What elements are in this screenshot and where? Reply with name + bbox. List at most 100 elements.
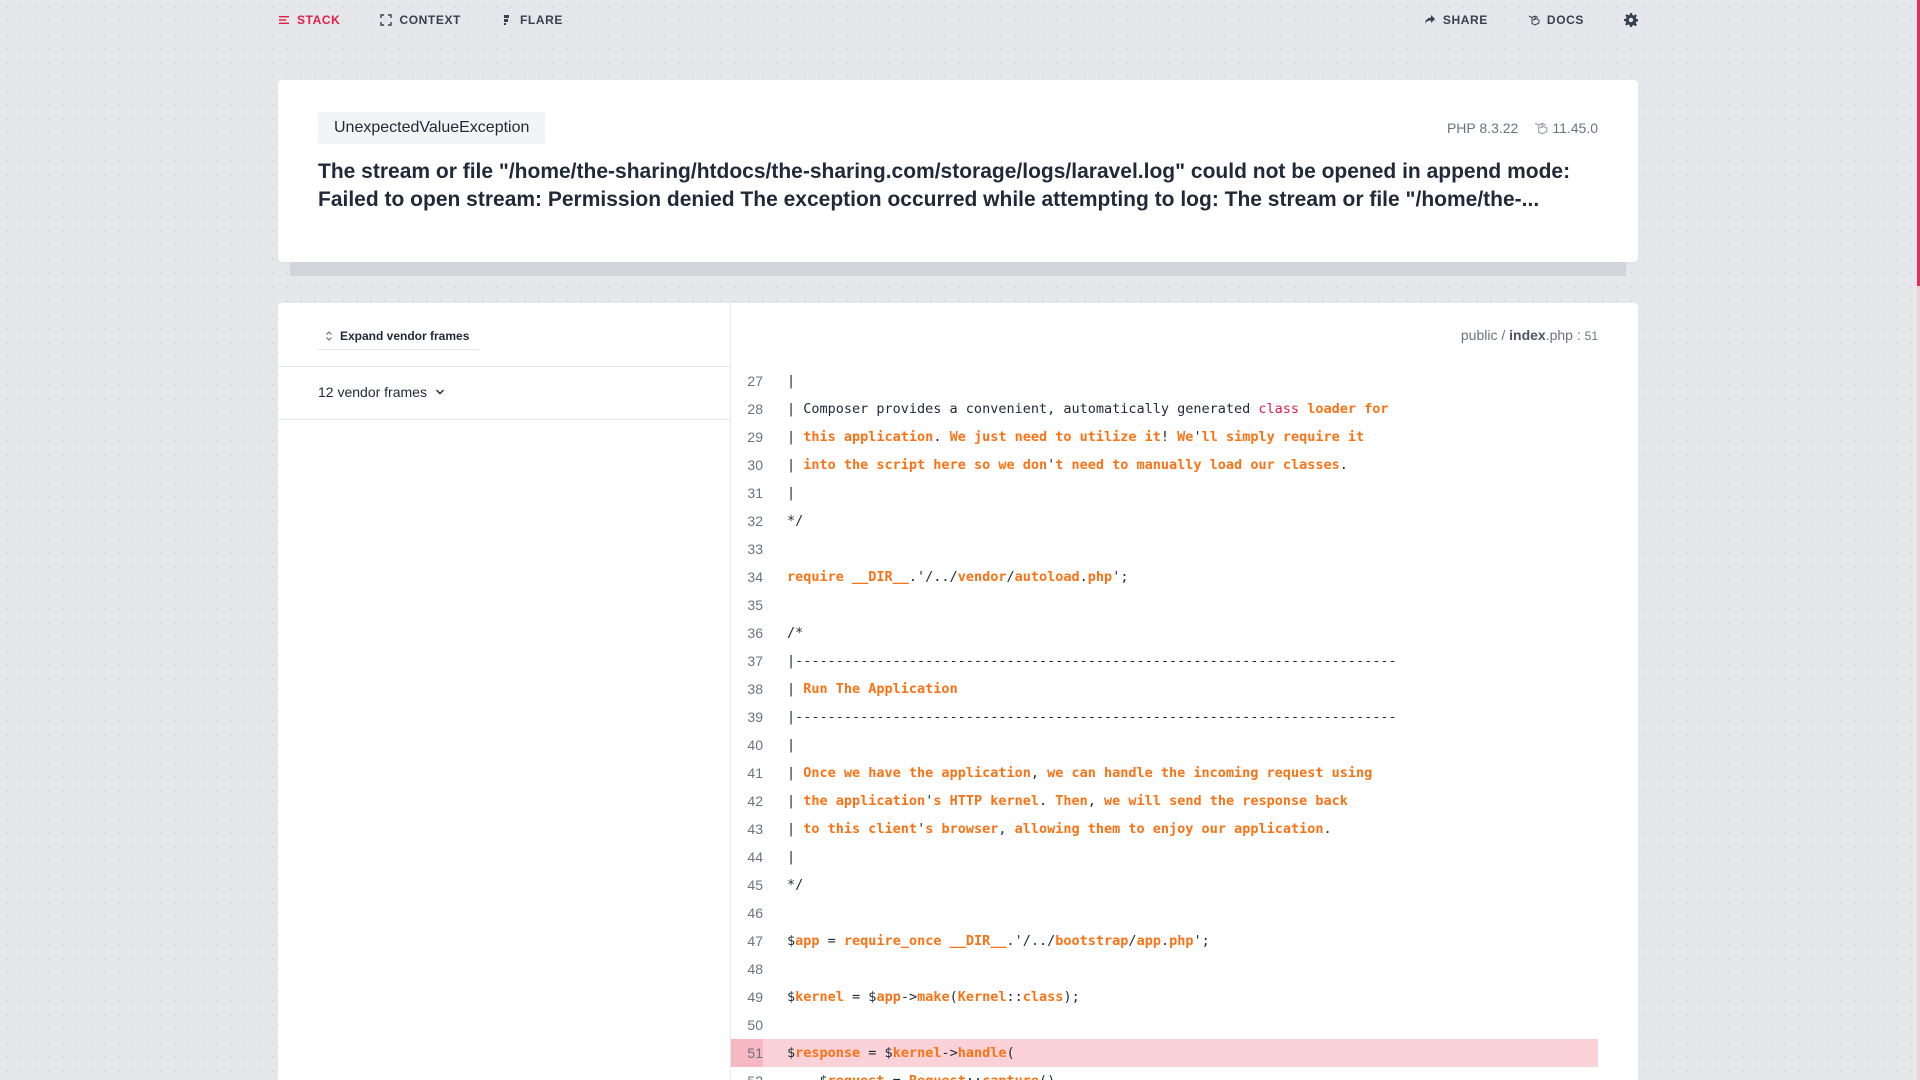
- expand-vendor-frames-button[interactable]: Expand vendor frames: [318, 323, 480, 350]
- line-code: */: [787, 877, 804, 893]
- code-line[interactable]: 31 |: [731, 479, 1598, 507]
- line-code: $app = require_once __DIR__.'/../bootstr…: [787, 933, 1210, 949]
- line-number: 52: [731, 1073, 763, 1080]
- code-line[interactable]: 34 require __DIR__.'/../vendor/autoload.p…: [731, 563, 1598, 591]
- line-code: | Run The Application: [787, 681, 958, 697]
- line-number: 47: [747, 933, 763, 949]
- line-number: 45: [747, 877, 763, 893]
- divider: [278, 419, 730, 420]
- header-card-shadow: [290, 262, 1626, 276]
- unfold-icon: [326, 331, 332, 341]
- flare-icon: [504, 15, 509, 25]
- code-line[interactable]: 45 */: [731, 871, 1598, 899]
- top-nav: STACK CONTEXT FLARE SHARE DOCS: [278, 0, 1638, 40]
- line-code: | Composer provides a convenient, automa…: [787, 401, 1389, 417]
- line-number: 38: [747, 681, 763, 697]
- nav-stack-label: STACK: [297, 13, 341, 27]
- exception-class-badge[interactable]: UnexpectedValueException: [318, 112, 546, 144]
- line-code: | to this client's browser, allowing the…: [787, 821, 1332, 837]
- file-ext: .php :: [1545, 327, 1585, 343]
- code-line[interactable]: 50: [731, 1011, 1598, 1039]
- code-line[interactable]: 30 | into the script here so we don't nee…: [731, 451, 1598, 479]
- nav-flare-label: FLARE: [520, 13, 563, 27]
- expand-icon: [380, 14, 393, 26]
- code-line[interactable]: 47 $app = require_once __DIR__.'/../boots…: [731, 927, 1598, 955]
- line-code: | Once we have the application, we can h…: [787, 765, 1373, 781]
- nav-right-group: SHARE DOCS: [1384, 13, 1638, 27]
- code-line[interactable]: 35: [731, 591, 1598, 619]
- vendor-frames-label: 12 vendor frames: [318, 384, 427, 400]
- exception-message: The stream or file "/home/the-sharing/ht…: [318, 160, 1571, 211]
- code-line[interactable]: 39 |-------------------------------------…: [731, 703, 1598, 731]
- line-code: |: [787, 737, 796, 753]
- line-code: */: [787, 513, 804, 529]
- code-line[interactable]: 49 $kernel = $app->make(Kernel::class);: [731, 983, 1598, 1011]
- nav-share[interactable]: SHARE: [1424, 13, 1488, 27]
- code-line[interactable]: 33: [731, 535, 1598, 563]
- line-code: |: [787, 373, 796, 389]
- file-name: index: [1509, 327, 1546, 343]
- line-number: 39: [747, 709, 763, 725]
- file-dir: public /: [1460, 327, 1510, 343]
- line-number: 44: [747, 849, 763, 865]
- nav-share-label: SHARE: [1442, 13, 1488, 27]
- nav-docs[interactable]: DOCS: [1528, 13, 1584, 27]
- code-line-highlighted[interactable]: 51 $response = $kernel->handle(: [731, 1039, 1598, 1067]
- line-number: 43: [747, 821, 763, 837]
- divider: [278, 366, 730, 367]
- line-number: 31: [747, 485, 763, 501]
- line-number: 30: [747, 457, 763, 473]
- code-line[interactable]: 36 /*: [731, 619, 1598, 647]
- line-number: 29: [747, 429, 763, 445]
- settings-button[interactable]: [1624, 13, 1638, 27]
- nav-flare[interactable]: FLARE: [501, 13, 563, 27]
- code-panel: public / index.php : 51 27 | 28 | Composer …: [731, 303, 1638, 1080]
- line-number: 35: [747, 597, 763, 613]
- php-version: PHP 8.3.22: [1446, 120, 1519, 136]
- file-path[interactable]: public / index.php : 51: [1461, 327, 1598, 343]
- line-code: |---------------------------------------…: [787, 709, 1397, 725]
- line-number: 49: [747, 989, 763, 1005]
- line-number: 32: [747, 513, 763, 529]
- code-line[interactable]: 46: [731, 899, 1598, 927]
- vendor-frames-toggle[interactable]: 12 vendor frames: [318, 384, 445, 400]
- line-code: | the application's HTTP kernel. Then, w…: [787, 793, 1348, 809]
- code-line[interactable]: 28 | Composer provides a convenient, auto…: [731, 395, 1598, 423]
- line-number: 33: [747, 541, 763, 557]
- share-icon: [1424, 15, 1435, 24]
- code-line[interactable]: 43 | to this client's browser, allowing t…: [731, 815, 1598, 843]
- line-code: | into the script here so we don't need …: [787, 457, 1348, 473]
- line-number: 41: [747, 765, 763, 781]
- code-line[interactable]: 29 | this application. We just need to ut…: [731, 423, 1598, 451]
- line-code: | this application. We just need to util…: [787, 429, 1365, 445]
- nav-context[interactable]: CONTEXT: [380, 13, 461, 27]
- code-line[interactable]: 37 |-------------------------------------…: [731, 647, 1598, 675]
- file-line-number: 51: [1584, 329, 1598, 343]
- line-number: 27: [747, 373, 763, 389]
- exception-header-card: UnexpectedValueException PHP 8.3.22 11.4…: [278, 80, 1638, 262]
- code-line[interactable]: 40 |: [731, 731, 1598, 759]
- laravel-icon: [1528, 15, 1540, 26]
- code-line[interactable]: 44 |: [731, 843, 1598, 871]
- code-line[interactable]: 32 */: [731, 507, 1598, 535]
- code-line[interactable]: 41 | Once we have the application, we can…: [731, 759, 1598, 787]
- line-number: 36: [747, 625, 763, 641]
- frames-panel: Expand vendor frames 12 vendor frames: [278, 303, 731, 1080]
- nav-docs-label: DOCS: [1546, 13, 1584, 27]
- line-code: $kernel = $app->make(Kernel::class);: [787, 989, 1080, 1005]
- line-code: $request = Request::capture(): [763, 1073, 1056, 1080]
- line-number: 50: [747, 1017, 763, 1033]
- line-code: require __DIR__.'/../vendor/autoload.php…: [787, 569, 1129, 585]
- code-line[interactable]: 52 $request = Request::capture(): [731, 1067, 1598, 1080]
- line-code: |: [787, 849, 796, 865]
- chevron-down-icon: [435, 389, 444, 395]
- code-line[interactable]: 38 | Run The Application: [731, 675, 1598, 703]
- code-line[interactable]: 42 | the application's HTTP kernel. Then,…: [731, 787, 1598, 815]
- code-line[interactable]: 48: [731, 955, 1598, 983]
- list-icon: [279, 16, 289, 24]
- code-line[interactable]: 27 |: [731, 367, 1598, 395]
- stack-card: Expand vendor frames 12 vendor frames pu…: [278, 303, 1638, 1080]
- laravel-version-group: 11.45.0: [1534, 120, 1598, 136]
- line-code: |---------------------------------------…: [787, 653, 1397, 669]
- nav-stack[interactable]: STACK: [278, 13, 340, 27]
